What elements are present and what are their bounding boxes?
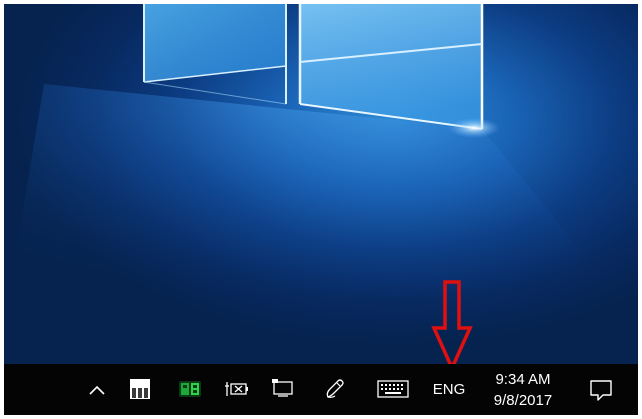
- network-icon[interactable]: [270, 377, 296, 401]
- show-hidden-icons-chevron-icon[interactable]: [86, 378, 108, 402]
- clock-date: 9/8/2017: [493, 392, 553, 409]
- input-language-indicator[interactable]: ENG: [429, 378, 469, 402]
- action-center-icon[interactable]: [586, 376, 616, 404]
- annotation-arrow-icon: [431, 280, 473, 372]
- meter-app-icon[interactable]: [128, 376, 152, 402]
- a9-app-icon[interactable]: [176, 377, 204, 401]
- pen-workspace-icon[interactable]: [322, 376, 348, 402]
- clock-time: 9:34 AM: [495, 371, 551, 388]
- desktop-screen: ENG 9:34 AM 9/8/2017: [4, 4, 638, 415]
- battery-charging-icon[interactable]: [224, 377, 250, 401]
- touch-keyboard-icon[interactable]: [376, 377, 410, 401]
- desktop-wallpaper: [4, 4, 624, 324]
- taskbar-clock[interactable]: 9:34 AM 9/8/2017: [482, 369, 564, 411]
- taskbar: ENG 9:34 AM 9/8/2017: [4, 364, 638, 415]
